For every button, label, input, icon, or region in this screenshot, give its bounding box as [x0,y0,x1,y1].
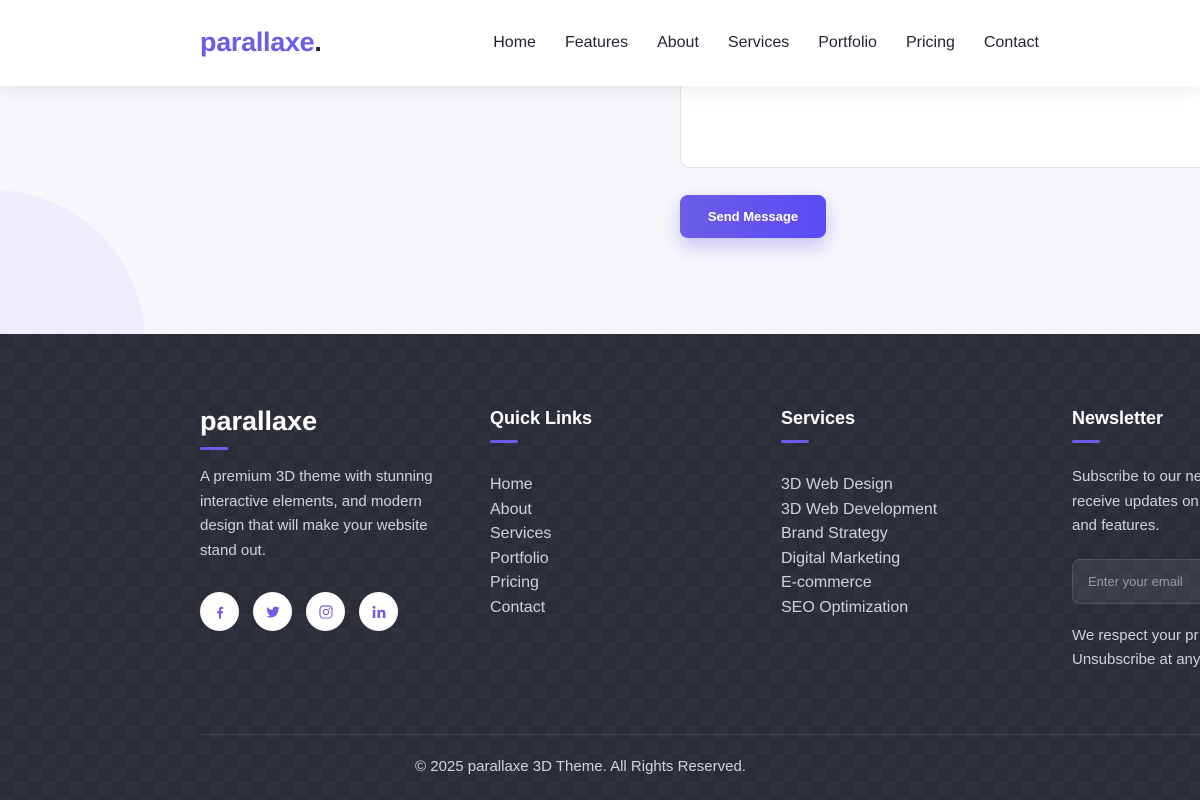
quick-link-services[interactable]: Services [490,522,740,547]
heading-underline [781,440,809,443]
heading-underline [200,447,228,450]
quick-link-about[interactable]: About [490,498,740,523]
quick-link-portfolio[interactable]: Portfolio [490,547,740,572]
service-link[interactable]: Digital Marketing [781,547,1031,572]
footer-about-column: parallaxe A premium 3D theme with stunni… [200,406,450,632]
nav-features[interactable]: Features [565,34,628,52]
newsletter-email-input[interactable] [1072,558,1200,604]
footer-quick-links-column: Quick Links Home About Services Portfoli… [490,406,740,621]
footer-description: A premium 3D theme with stunning interac… [200,468,433,559]
footer-divider [200,734,1200,735]
logo-dot: . [314,27,322,57]
nav-contact[interactable]: Contact [984,34,1039,52]
service-link[interactable]: Brand Strategy [781,522,1031,547]
quick-links-heading: Quick Links [490,408,593,428]
newsletter-privacy-note: We respect your pr Unsubscribe at any [1072,624,1200,673]
privacy-line: Unsubscribe at any [1072,651,1200,669]
nav-services[interactable]: Services [728,34,789,52]
quick-link-home[interactable]: Home [490,473,740,498]
site-footer: parallaxe A premium 3D theme with stunni… [0,334,1200,800]
message-textarea[interactable] [680,86,1200,168]
instagram-icon[interactable] [306,592,345,632]
service-link[interactable]: E-commerce [781,571,1031,596]
newsletter-line: and features. [1072,517,1160,535]
nav-home[interactable]: Home [493,34,536,52]
newsletter-description: Subscribe to our ne receive updates on a… [1072,465,1200,539]
logo-text: parallaxe [200,27,315,57]
facebook-icon[interactable] [200,592,239,632]
footer-brand: parallaxe [200,406,318,436]
twitter-icon[interactable] [253,592,292,632]
decorative-blob [0,190,145,334]
nav-pricing[interactable]: Pricing [906,34,955,52]
nav-about[interactable]: About [657,34,699,52]
newsletter-line: receive updates on [1072,492,1199,510]
service-link[interactable]: 3D Web Development [781,498,1031,523]
main-nav: Home Features About Services Portfolio P… [493,34,1039,52]
service-link[interactable]: 3D Web Design [781,473,1031,498]
site-logo[interactable]: parallaxe. [200,27,322,58]
privacy-line: We respect your pr [1072,626,1199,644]
send-message-button[interactable]: Send Message [680,195,826,238]
newsletter-heading: Newsletter [1072,408,1164,428]
social-links [200,592,450,632]
nav-portfolio[interactable]: Portfolio [818,34,877,52]
services-list: 3D Web Design 3D Web Development Brand S… [781,473,1031,621]
footer-newsletter-column: Newsletter Subscribe to our ne receive u… [1072,406,1200,673]
newsletter-line: Subscribe to our ne [1072,468,1200,485]
linkedin-icon[interactable] [359,592,398,632]
quick-link-contact[interactable]: Contact [490,596,740,621]
service-link[interactable]: SEO Optimization [781,596,1031,621]
quick-links-list: Home About Services Portfolio Pricing Co… [490,473,740,621]
footer-services-column: Services 3D Web Design 3D Web Developmen… [781,406,1031,621]
site-header: parallaxe. Home Features About Services … [0,0,1200,86]
heading-underline [1072,440,1100,443]
quick-link-pricing[interactable]: Pricing [490,571,740,596]
heading-underline [490,440,518,443]
contact-section: Send Message [0,86,1200,334]
services-heading: Services [781,408,856,428]
copyright-text: © 2025 parallaxe 3D Theme. All Rights Re… [415,758,746,775]
